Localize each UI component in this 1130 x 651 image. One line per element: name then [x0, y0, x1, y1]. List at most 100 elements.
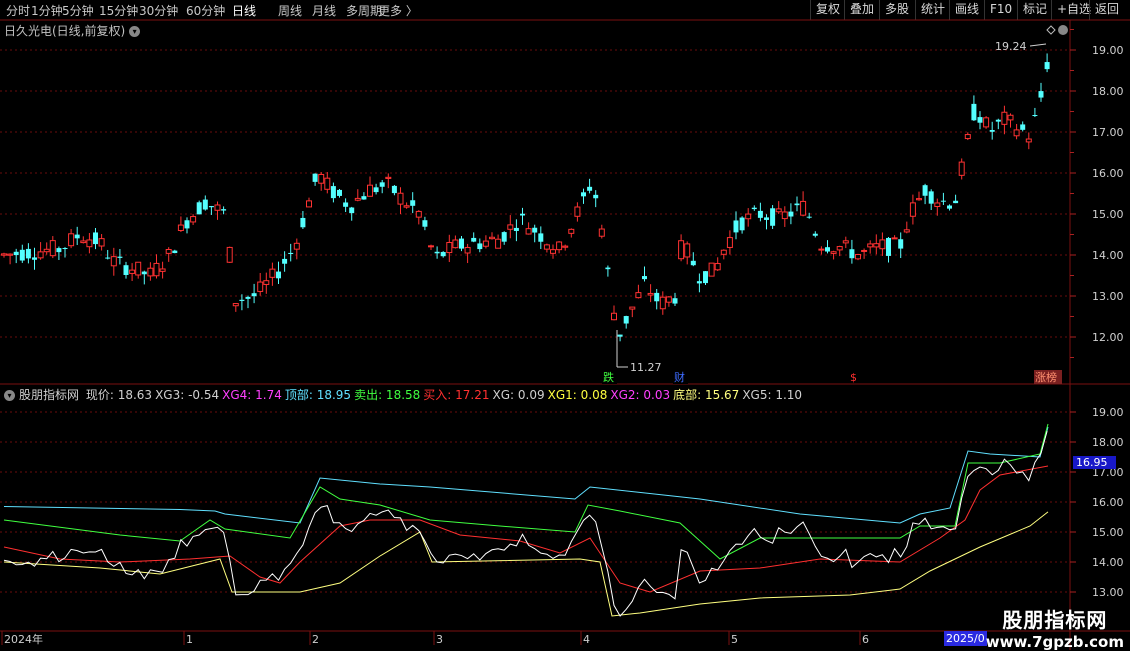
price-axis-label: 14.00 — [1092, 249, 1124, 262]
candle-body-up — [916, 198, 922, 201]
candle-body-up — [153, 262, 160, 277]
indicator-axis-label: 18.00 — [1092, 436, 1124, 449]
candle-body-down — [1038, 91, 1044, 98]
candle-body-up — [324, 177, 331, 190]
candle-body-up — [226, 246, 233, 263]
indicator-axis-label: 19.00 — [1092, 406, 1124, 419]
price-axis-label: 18.00 — [1092, 85, 1124, 98]
candle-body-up — [562, 245, 569, 248]
candle-body-down — [605, 267, 611, 270]
high-pointer — [1029, 43, 1047, 47]
candle-body-down — [770, 208, 776, 226]
chevron-down-icon — [1058, 25, 1068, 35]
candle-body-down — [239, 299, 245, 301]
watermark: 股朋指标网 www.7gpzb.com — [986, 604, 1124, 651]
candle-body-up — [873, 243, 880, 248]
event-tag: 跌 — [603, 370, 614, 384]
candle-body-up — [781, 211, 788, 220]
candle-body-up — [800, 200, 807, 216]
candle-body-up — [43, 248, 50, 253]
candle-body-down — [74, 234, 80, 239]
candle-body-down — [422, 220, 428, 227]
candle-body-down — [953, 200, 959, 204]
price-line — [3, 431, 1048, 617]
candle-body-up — [855, 253, 861, 260]
candle-body-up — [214, 204, 221, 211]
candle-body-up — [574, 206, 581, 217]
candle-body-up — [775, 208, 782, 213]
candle-body-up — [867, 243, 874, 248]
candle-body-up — [98, 238, 105, 247]
candle-body-up — [489, 236, 495, 240]
candle-body-down — [391, 185, 397, 194]
watermark-title: 股朋指标网 — [1002, 608, 1108, 632]
candle-body-up — [135, 261, 142, 276]
candle-body-down — [123, 265, 129, 275]
watermark-url: www.7gpzb.com — [985, 633, 1124, 651]
candle-body-up — [428, 245, 434, 248]
candle-body-down — [32, 257, 37, 260]
candle-body-down — [532, 227, 538, 233]
candle-body-down — [940, 200, 946, 202]
candle-body-down — [825, 247, 830, 252]
indicator-axis-label: 15.00 — [1092, 526, 1124, 539]
candle-body-up — [190, 216, 197, 223]
candle-body-down — [593, 194, 599, 199]
candle-body-down — [410, 200, 416, 206]
candle-body-down — [300, 217, 306, 228]
candle-body-down — [141, 271, 147, 275]
date-label: 6 — [862, 633, 869, 646]
candle-body-up — [403, 205, 410, 208]
date-label: 2024年 — [4, 632, 43, 646]
candle-body-up — [86, 239, 93, 248]
price-axis-label: 19.00 — [1092, 44, 1124, 57]
candle-body-down — [221, 209, 227, 211]
candle-body-down — [62, 247, 68, 249]
top-line — [3, 426, 1049, 524]
candle-body-up — [385, 176, 392, 179]
candle-body-down — [739, 217, 745, 231]
candle-body-down — [764, 217, 769, 220]
chart-canvas[interactable]: 19.00 18.00 17.00 16.00 15.00 14.00 13.00 12.00… — [0, 0, 1130, 650]
candle-body-down — [379, 182, 385, 187]
candle-body-down — [434, 251, 440, 254]
candle-body-up — [1013, 129, 1020, 137]
candle-body-up — [891, 237, 898, 240]
candle-body-up — [665, 296, 672, 303]
candle-body-down — [312, 173, 318, 182]
candle-body-down — [751, 207, 757, 210]
candle-body-down — [276, 271, 281, 279]
candle-body-up — [568, 228, 575, 234]
candle-body-down — [105, 257, 111, 259]
candle-body-up — [232, 303, 239, 307]
candle-body-down — [251, 293, 257, 297]
event-tag: 涨榜 — [1035, 370, 1057, 384]
date-label: 4 — [583, 633, 590, 646]
price-axis-label: 16.00 — [1092, 167, 1124, 180]
candle-body-down — [788, 211, 794, 217]
candle-body-down — [642, 276, 647, 280]
candle-body-up — [257, 281, 264, 292]
candle-body-up — [964, 134, 971, 140]
candle-body-down — [349, 207, 355, 214]
candle-body-down — [202, 199, 208, 210]
candle-body-down — [19, 249, 25, 261]
candle-body-up — [958, 161, 965, 176]
candle-body-up — [482, 240, 489, 247]
candle-body-up — [903, 229, 910, 233]
candle-body-up — [159, 268, 166, 272]
indicator-axis-label: 16.00 — [1092, 496, 1124, 509]
candle-body-up — [543, 244, 550, 250]
candle-body-down — [690, 260, 696, 266]
candle-body-down — [93, 232, 98, 245]
date-highlight: 2025/0 — [944, 631, 987, 646]
candle-body-up — [495, 238, 502, 249]
candle-body-up — [464, 246, 471, 254]
candle-body-up — [861, 249, 868, 252]
candle-body-up — [556, 241, 563, 251]
candle-body-down — [282, 258, 288, 264]
candle-body-up — [354, 197, 361, 201]
candle-body-down — [654, 292, 660, 302]
candle-body-up — [306, 200, 312, 208]
candle-body-up — [68, 233, 75, 247]
